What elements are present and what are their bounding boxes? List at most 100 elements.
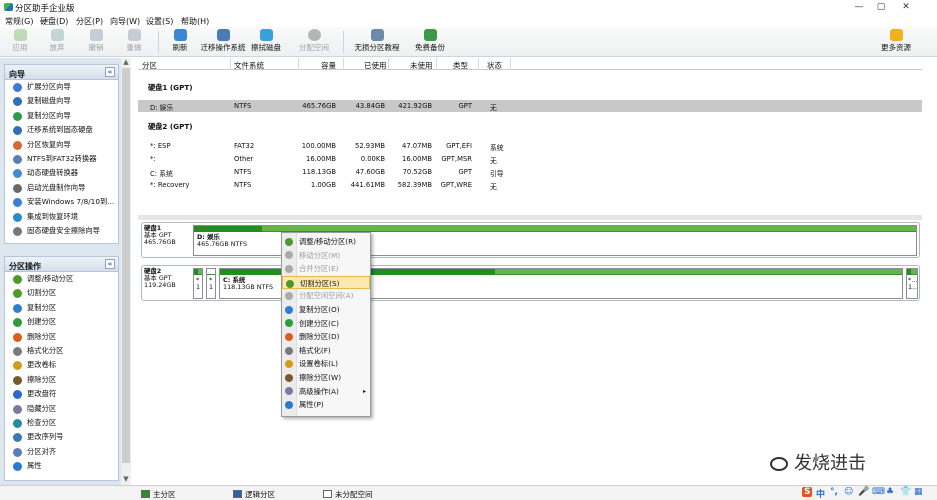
- menu-settings[interactable]: 设置(S): [146, 16, 173, 27]
- maximize-button[interactable]: ▢: [870, 1, 892, 13]
- minimize-button[interactable]: —: [848, 1, 870, 13]
- tray-icon-2[interactable]: °,: [830, 487, 838, 497]
- table-row[interactable]: *: Other 16.00MB 0.00KB 16.00MB GPT,MSR 无: [138, 153, 922, 165]
- menu-partition[interactable]: 分区(P): [76, 16, 103, 27]
- wizard-item-8[interactable]: 安装Windows 7/8/10到...: [5, 195, 118, 209]
- table-cell: GPT: [458, 102, 472, 110]
- primary-swatch: [141, 490, 150, 498]
- more-resources-button[interactable]: 更多资源: [876, 29, 916, 55]
- scroll-down-icon[interactable]: ▼: [121, 475, 131, 485]
- scroll-thumb[interactable]: [122, 68, 130, 463]
- table-cell: 100.00MB: [301, 142, 336, 150]
- disk1-heading: 硬盘1 (GPT): [148, 83, 193, 92]
- ops-item-7[interactable]: 擦除分区: [5, 373, 118, 387]
- context-menu-item-3[interactable]: 切割分区(S): [282, 275, 370, 290]
- context-menu-item-0[interactable]: 调整/移动分区(R): [282, 235, 370, 249]
- tray-icon-4[interactable]: 🎤: [858, 487, 869, 497]
- partition-block-msr[interactable]: * 1: [206, 268, 216, 299]
- ops-item-12[interactable]: 分区对齐: [5, 445, 118, 459]
- context-menu-item-4[interactable]: 分配空闲空间(A): [282, 289, 370, 303]
- context-menu-item-label: 合并分区(E): [299, 264, 339, 274]
- wipe-disk-button[interactable]: 擦拭磁盘: [249, 29, 283, 55]
- disk2-map[interactable]: 硬盘2 基本 GPT 119.24GB * 1 * 1 C: 系统 118.13GB …: [141, 265, 920, 301]
- context-menu-item-7[interactable]: 删除分区(D): [282, 330, 370, 344]
- menu-disk[interactable]: 硬盘(D): [40, 16, 68, 27]
- collapse-icon[interactable]: «: [105, 259, 115, 269]
- col-filesystem[interactable]: 文件系统: [234, 60, 264, 71]
- ops-item-8[interactable]: 更改盘符: [5, 387, 118, 401]
- tray-icon-6[interactable]: ♣: [886, 487, 894, 497]
- migrate-os-button[interactable]: 迁移操作系统: [199, 29, 247, 55]
- tray-icon-1[interactable]: 中: [816, 487, 825, 500]
- ops-item-5[interactable]: 格式化分区: [5, 344, 118, 358]
- free-backup-button[interactable]: 免费备份: [412, 29, 448, 55]
- close-button[interactable]: ✕: [895, 1, 917, 13]
- col-partition[interactable]: 分区: [142, 60, 157, 71]
- tray-icon-5[interactable]: ⌨: [872, 487, 885, 497]
- context-menu-item-1[interactable]: 移动分区(M): [282, 249, 370, 263]
- col-used[interactable]: 已使用: [364, 60, 387, 71]
- wizard-item-2[interactable]: 复制分区向导: [5, 109, 118, 123]
- col-type[interactable]: 类型: [453, 60, 468, 71]
- context-menu-item-8[interactable]: 格式化(F): [282, 344, 370, 358]
- wizard-item-10[interactable]: 固态硬盘安全擦除向导: [5, 224, 118, 238]
- table-row[interactable]: C: 系统 NTFS 118.13GB 47.60GB 70.52GB GPT 引导: [138, 166, 922, 178]
- wizard-item-label: 启动光盘制作向导: [27, 182, 86, 192]
- ops-item-11[interactable]: 更改序列号: [5, 430, 118, 444]
- context-menu-item-12[interactable]: 属性(P): [282, 398, 370, 412]
- ops-item-10[interactable]: 检查分区: [5, 416, 118, 430]
- menu-general[interactable]: 常规(G): [5, 16, 33, 27]
- ops-item-13[interactable]: 属性: [5, 459, 118, 473]
- col-unused[interactable]: 未使用: [410, 60, 433, 71]
- wizard-item-0[interactable]: 扩展分区向导: [5, 80, 118, 94]
- lossless-tutorial-button[interactable]: 无损分区教程: [353, 29, 401, 55]
- wizard-item-9[interactable]: 集成到恢复环境: [5, 210, 118, 224]
- table-cell: 421.92GB: [398, 102, 432, 110]
- ops-item-4[interactable]: 删除分区: [5, 330, 118, 344]
- menu-wizard[interactable]: 向导(W): [110, 16, 140, 27]
- col-status[interactable]: 状态: [487, 60, 502, 71]
- table-row[interactable]: *: Recovery NTFS 1.00GB 441.61MB 582.39MB GPT…: [138, 179, 922, 191]
- ops-item-3[interactable]: 创建分区: [5, 315, 118, 329]
- apply-button[interactable]: 应用: [6, 29, 34, 55]
- discard-button[interactable]: 放弃: [43, 29, 71, 55]
- wizard-item-icon: [13, 140, 22, 150]
- context-menu-item-2[interactable]: 合并分区(E): [282, 262, 370, 276]
- wizard-item-7[interactable]: 启动光盘制作向导: [5, 181, 118, 195]
- context-menu-item-11[interactable]: 高级操作(A) ▸: [282, 385, 370, 399]
- refresh-button[interactable]: 刷新: [166, 29, 194, 55]
- undo-button[interactable]: 撤销: [82, 29, 110, 55]
- table-row[interactable]: D: 娱乐 NTFS 465.76GB 43.84GB 421.92GB GPT 无: [138, 100, 922, 112]
- wizard-item-3[interactable]: 迁移系统到固态硬盘: [5, 123, 118, 137]
- collapse-icon[interactable]: «: [105, 67, 115, 77]
- wizard-item-1[interactable]: 复制磁盘向导: [5, 94, 118, 108]
- redo-button[interactable]: 重做: [120, 29, 148, 55]
- tray-icon-3[interactable]: ☺: [844, 487, 853, 497]
- sidebar-scrollbar[interactable]: ▲ ▼: [121, 58, 131, 485]
- allocate-space-button[interactable]: 分配空间: [296, 29, 332, 55]
- ops-item-1[interactable]: 切割分区: [5, 286, 118, 300]
- context-menu-item-10[interactable]: 擦除分区(W): [282, 371, 370, 385]
- ops-item-9[interactable]: 隐藏分区: [5, 402, 118, 416]
- menu-help[interactable]: 帮助(H): [181, 16, 209, 27]
- tray-icon-0[interactable]: S: [802, 487, 813, 497]
- partition-block-esp[interactable]: * 1: [193, 268, 203, 299]
- scroll-up-icon[interactable]: ▲: [121, 58, 131, 68]
- wizard-item-icon: [13, 111, 22, 121]
- col-capacity[interactable]: 容量: [321, 60, 336, 71]
- context-menu-item-6[interactable]: 创建分区(C): [282, 317, 370, 331]
- wizard-item-4[interactable]: 分区恢复向导: [5, 138, 118, 152]
- table-row[interactable]: *: ESP FAT32 100.00MB 52.93MB 47.07MB GPT,EFI…: [138, 140, 922, 152]
- table-cell: GPT,WRE: [440, 181, 472, 189]
- tray-icon-7[interactable]: 👕: [900, 487, 911, 497]
- disk1-map[interactable]: 硬盘1 基本 GPT 465.76GB D: 娱乐 465.76GB NTFS: [141, 222, 920, 258]
- wizard-item-6[interactable]: 动态硬盘转换器: [5, 166, 118, 180]
- context-menu-item-9[interactable]: 设置卷标(L): [282, 357, 370, 371]
- ops-item-6[interactable]: 更改卷标: [5, 358, 118, 372]
- wizard-item-5[interactable]: NTFS到FAT32转换器: [5, 152, 118, 166]
- context-menu-item-5[interactable]: 复制分区(O): [282, 303, 370, 317]
- ops-item-2[interactable]: 复制分区: [5, 301, 118, 315]
- partition-block-recovery[interactable]: *...1...: [906, 268, 918, 299]
- ops-item-0[interactable]: 调整/移动分区: [5, 272, 118, 286]
- tray-icon-8[interactable]: ▦: [914, 487, 923, 497]
